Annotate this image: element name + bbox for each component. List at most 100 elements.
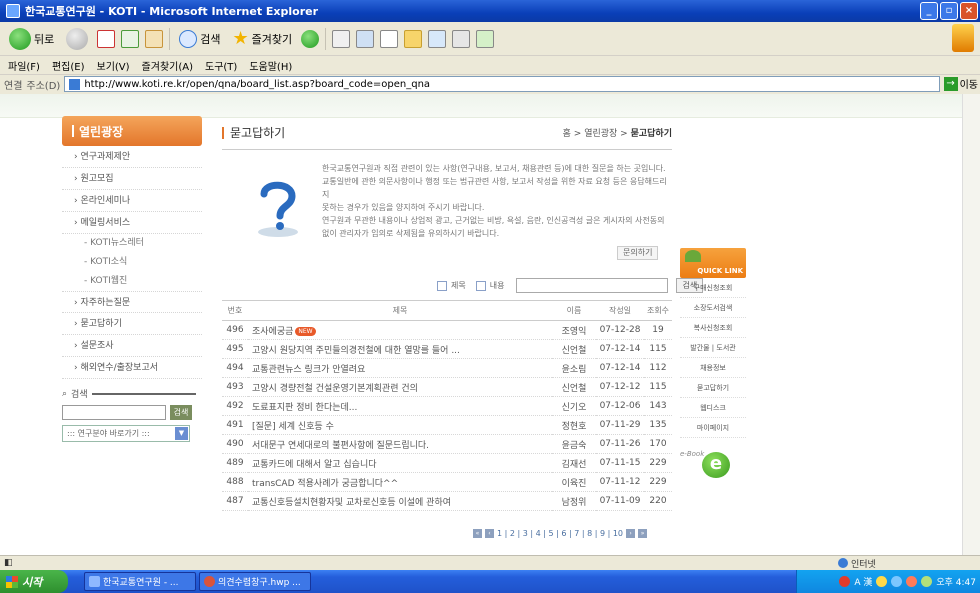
menu-edit[interactable]: 편집(E) [52,58,85,73]
back-button[interactable]: 뒤로 [6,26,57,52]
messenger-icon[interactable] [428,29,447,48]
nav-item-manuscripts[interactable]: › 원고모집 [62,168,202,190]
title-checkbox[interactable] [437,280,447,291]
table-row[interactable]: 487 교통신호등설치현황자및 교차로신호등 이설에 관하여 남정위 07-11… [222,491,672,511]
row-title[interactable]: 도료표지판 정비 한다는데... [248,396,552,416]
quick-link-recruitment[interactable]: 채용정보 [680,358,746,378]
table-row[interactable]: 495 고양시 원당지역 주민들의경전철에 대한 열망를 들어 ... 신언철 … [222,339,672,359]
minimize-button[interactable]: _ [920,2,938,20]
nav-subitem-newsletter[interactable]: - KOTI뉴스레터 [62,234,202,253]
media-icon[interactable] [301,29,320,48]
ime-indicator[interactable]: A 漢 [854,575,872,588]
nav-item-survey[interactable]: › 설문조사 [62,335,202,357]
taskbar-item-browser[interactable]: 한국교통연구원 - ... [84,572,196,591]
home-icon[interactable] [145,29,164,48]
row-date: 07-12-14 [596,358,644,378]
network-icon[interactable] [452,29,471,48]
menu-file[interactable]: 파일(F) [8,58,40,73]
antivirus-icon[interactable] [839,576,851,587]
nav-item-qna[interactable]: › 묻고답하기 [62,313,202,335]
quick-link-library-search[interactable]: 소장도서검색 [680,298,746,318]
intro-section: 한국교통연구원과 직접 관련이 있는 사항(연구내용, 보고서, 채용관련 등)… [222,162,672,240]
go-button[interactable]: → 이동 [943,76,978,91]
quick-link-qna[interactable]: 묻고답하기 [680,378,746,398]
row-title[interactable]: 고양시 원당지역 주민들의경전철에 대한 열망를 들어 ... [248,339,552,359]
window-controls: _ ▫ × [920,2,978,20]
favorites-button[interactable]: ★ 즐겨찾기 [230,26,296,52]
nav-item-research-proposal[interactable]: › 연구과제제안 [62,146,202,168]
next-page-icon[interactable]: › [626,529,636,538]
start-button[interactable]: 시작 [0,570,68,593]
folder-icon[interactable] [404,29,423,48]
table-row[interactable]: 493 고양시 경량전철 건설운영기본계획관련 건의 신언철 07-12-12 … [222,377,672,397]
page-numbers[interactable]: 1 | 2 | 3 | 4 | 5 | 6 | 7 | 8 | 9 | 10 [497,529,623,538]
maximize-button[interactable]: ▫ [940,2,958,20]
refresh-icon[interactable] [121,29,140,48]
history-icon[interactable] [332,29,351,48]
row-title[interactable]: 고양시 경량전철 건설운영기본계획관련 건의 [248,377,552,397]
table-row[interactable]: 489 교통카드에 대해서 알고 십습니다 김재선 07-11-15 229 [222,453,672,473]
site-search-button[interactable]: 검색 [170,405,192,420]
nav-item-mailing-service[interactable]: › 메일링서비스 [62,212,202,234]
menu-view[interactable]: 보기(V) [97,58,130,73]
row-title[interactable]: 교통신호등설치현황자및 교차로신호등 이설에 관하여 [248,491,552,511]
update-tray-icon[interactable] [906,576,918,587]
menu-help[interactable]: 도움말(H) [249,58,292,73]
row-title[interactable]: 교통관련뉴스 링크가 안열려요 [248,358,552,378]
research-field-select[interactable]: ::: 연구분야 바로가기 ::: ▼ [62,425,190,442]
nav-heading: 열린광장 [62,116,202,146]
ask-question-button[interactable]: 문의하기 [617,246,659,260]
last-page-icon[interactable]: » [638,529,648,538]
vertical-scrollbar[interactable] [962,94,980,555]
links-label[interactable]: 연결 [4,77,22,92]
nav-subitem-news[interactable]: - KOTI소식 [62,253,202,272]
site-search-input[interactable] [62,405,166,420]
breadcrumb-path[interactable]: 홈 > 열린광장 > [563,129,631,139]
quick-link-webdisk[interactable]: 웹디스크 [680,398,746,418]
intro-line: 못하는 경우가 있음을 양지하여 주시기 바랍니다. [322,203,485,212]
table-row[interactable]: 488 transCAD 적용사례가 궁금합니다^^ 이육진 07-11-12 … [222,472,672,492]
address-input[interactable]: http://www.koti.re.kr/open/qna/board_lis… [64,76,940,92]
row-title-cell[interactable]: 조사에궁금 NEW [248,320,552,340]
table-row[interactable]: 490 서대문구 연세대로의 불편사항에 질문드립니다. 윤금숙 07-11-2… [222,434,672,454]
page-title: 묻고답하기 [222,124,285,141]
table-row[interactable]: 496 조사에궁금 NEW 조영익 07-12-28 19 [222,320,672,340]
table-row[interactable]: 492 도료표지판 정비 한다는데... 신기오 07-12-06 143 [222,396,672,416]
prev-page-icon[interactable]: ‹ [485,529,494,538]
menu-tools[interactable]: 도구(T) [205,58,237,73]
quick-link-purchase-inquiry[interactable]: 구매신청조회 [680,278,746,298]
first-page-icon[interactable]: « [473,529,482,538]
messenger-tray-icon[interactable] [891,576,903,587]
search-button[interactable]: 검색 [176,26,223,52]
row-title[interactable]: [질문] 세계 신호등 수 [248,415,552,435]
ie-icon [6,4,20,18]
quick-link-copy-inquiry[interactable]: 복사신청조회 [680,318,746,338]
nav-subitem-webzine[interactable]: - KOTI웹진 [62,272,202,291]
globe-icon [838,558,848,568]
row-title[interactable]: 조사에궁금 [252,327,293,337]
quick-link-mypage[interactable]: 마이페이지 [680,418,746,438]
nav-item-faq[interactable]: › 자주하는질문 [62,291,202,313]
table-row[interactable]: 491 [질문] 세계 신호등 수 정현호 07-11-29 135 [222,415,672,435]
row-title[interactable]: 교통카드에 대해서 알고 십습니다 [248,453,552,473]
network-tray-icon[interactable] [921,576,933,587]
close-button[interactable]: × [960,2,978,20]
nav-item-online-seminar[interactable]: › 온라인세미나 [62,190,202,212]
nav-item-overseas-report[interactable]: › 해외연수/출장보고서 [62,357,202,379]
table-row[interactable]: 494 교통관련뉴스 링크가 안열려요 윤소림 07-12-14 112 [222,358,672,378]
forward-button[interactable] [63,26,91,52]
print-icon[interactable] [356,29,375,48]
stop-icon[interactable] [97,29,116,48]
quick-link-publications-library[interactable]: 발간물 | 도서관 [680,338,746,358]
content-checkbox[interactable] [475,280,486,291]
edit-icon[interactable] [380,29,399,48]
ebook-link[interactable]: e-Book e [680,450,746,478]
taskbar-item-hwp[interactable]: 의견수렴창구.hwp ... [199,572,311,591]
menu-favorites[interactable]: 즐겨찾기(A) [142,58,193,73]
row-title[interactable]: transCAD 적용사례가 궁금합니다^^ [248,472,552,492]
row-title[interactable]: 서대문구 연세대로의 불편사항에 질문드립니다. [248,434,552,454]
board-search-input[interactable] [516,278,669,293]
ime-tool-icon[interactable] [876,576,888,587]
tools-icon[interactable] [476,29,495,48]
row-views: 143 [644,396,672,416]
